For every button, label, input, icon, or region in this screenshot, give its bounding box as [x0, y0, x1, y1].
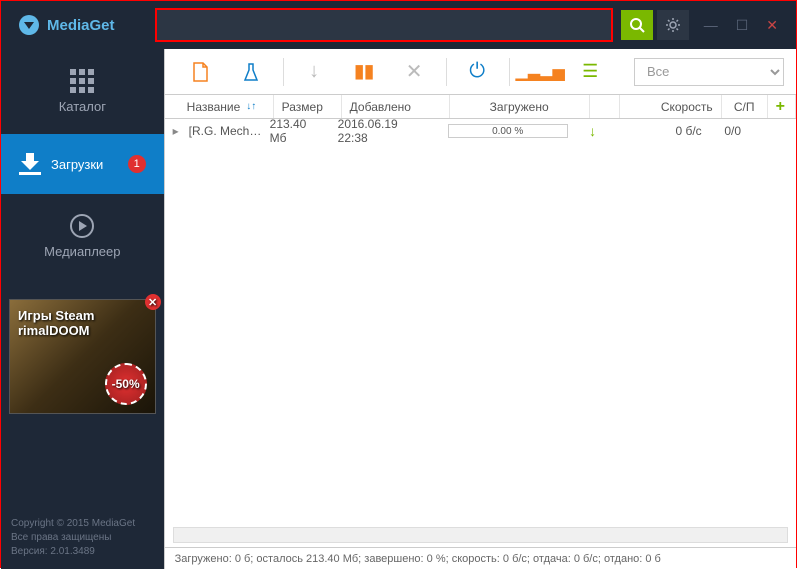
cell-progress: 0.00 %	[438, 119, 578, 143]
downloads-badge: 1	[128, 155, 146, 173]
ad-discount-badge: -50%	[105, 363, 147, 405]
search-container	[155, 8, 613, 42]
footer-rights: Все права защищены	[11, 531, 154, 545]
sidebar: Каталог Загрузки 1 Медиаплеер ✕ Игры Ste…	[1, 49, 164, 569]
close-button[interactable]: ✕	[766, 17, 778, 34]
pause-button[interactable]: ▮▮	[340, 49, 390, 95]
cell-added: 2016.06.19 22:38	[330, 119, 438, 143]
column-size[interactable]: Размер	[274, 95, 342, 118]
add-column-button[interactable]: +	[776, 98, 785, 116]
sidebar-downloads-label: Загрузки	[51, 157, 103, 172]
file-add-icon	[192, 62, 210, 82]
column-name[interactable]: Название↓↑	[179, 95, 274, 118]
close-icon: ✕	[406, 59, 423, 84]
ad-text-1: Игры Steam	[18, 308, 147, 323]
cell-sp: 0/0	[710, 119, 756, 143]
footer-version: Версия: 2.01.3489	[11, 545, 154, 559]
footer-copyright: Copyright © 2015 MediaGet	[11, 517, 154, 531]
sort-icon: ↓↑	[246, 101, 256, 112]
horizontal-scrollbar[interactable]	[173, 527, 788, 543]
flask-icon	[243, 62, 259, 82]
expand-caret[interactable]: ▸	[165, 119, 181, 143]
main-panel: ↓ ▮▮ ✕ ⏻ ▁▃▂▅ ☰ Все Название↓↑ Размер До…	[164, 49, 796, 569]
content-area	[165, 143, 796, 527]
sidebar-catalog-label: Каталог	[59, 99, 106, 114]
list-icon: ☰	[582, 61, 598, 82]
toolbar: ↓ ▮▮ ✕ ⏻ ▁▃▂▅ ☰ Все	[165, 49, 796, 95]
ad-banner[interactable]: ✕ Игры Steam rimalDOOM -50%	[9, 299, 156, 414]
footer-info: Copyright © 2015 MediaGet Все права защи…	[1, 507, 164, 569]
titlebar: MediaGet — ☐ ✕	[1, 1, 796, 49]
arrow-down-icon: ↓	[309, 60, 319, 83]
search-icon	[629, 17, 645, 33]
table-row[interactable]: ▸ [R.G. Mech… 213.40 Мб 2016.06.19 22:38…	[165, 119, 796, 143]
column-speed[interactable]: Скорость	[620, 95, 722, 118]
search-button[interactable]	[621, 10, 653, 40]
power-button[interactable]: ⏻	[453, 49, 503, 95]
filter-select[interactable]: Все	[634, 58, 784, 86]
settings-button[interactable]	[657, 10, 689, 40]
gear-icon	[665, 17, 681, 33]
window-controls: — ☐ ✕	[704, 17, 796, 34]
delete-button[interactable]: ✕	[390, 49, 440, 95]
column-added[interactable]: Добавлено	[342, 95, 450, 118]
list-button[interactable]: ☰	[566, 49, 616, 95]
app-name: MediaGet	[47, 17, 115, 34]
sidebar-item-downloads[interactable]: Загрузки 1	[1, 134, 164, 194]
sidebar-item-player[interactable]: Медиаплеер	[1, 194, 164, 279]
catalog-icon	[70, 69, 94, 93]
minimize-button[interactable]: —	[704, 17, 718, 34]
table-header: Название↓↑ Размер Добавлено Загружено Ск…	[165, 95, 796, 119]
pause-icon: ▮▮	[354, 61, 374, 82]
download-arrow-icon: ↓	[589, 123, 596, 139]
logo-icon	[19, 15, 39, 35]
status-text: Загружено: 0 б; осталось 213.40 Мб; заве…	[175, 553, 661, 565]
move-down-button[interactable]: ↓	[290, 49, 340, 95]
stats-button[interactable]: ▁▃▂▅	[516, 49, 566, 95]
player-icon	[70, 214, 94, 238]
chart-icon: ▁▃▂▅	[516, 62, 565, 82]
column-sp[interactable]: С/П	[722, 95, 768, 118]
cell-speed: 0 б/с	[608, 119, 710, 143]
statusbar: Загружено: 0 б; осталось 213.40 Мб; заве…	[165, 547, 796, 569]
add-magnet-button[interactable]	[227, 49, 277, 95]
ad-text-2: rimalDOOM	[18, 323, 147, 338]
add-file-button[interactable]	[177, 49, 227, 95]
search-input[interactable]	[157, 10, 611, 40]
sidebar-player-label: Медиаплеер	[44, 244, 120, 259]
power-icon: ⏻	[469, 60, 485, 83]
ad-close-button[interactable]: ✕	[145, 294, 161, 310]
cell-name: [R.G. Mech…	[181, 119, 262, 143]
column-loaded[interactable]: Загружено	[450, 95, 590, 118]
cell-size: 213.40 Мб	[262, 119, 330, 143]
maximize-button[interactable]: ☐	[736, 17, 749, 34]
app-logo: MediaGet	[19, 15, 115, 35]
download-icon	[19, 153, 41, 175]
sidebar-item-catalog[interactable]: Каталог	[1, 49, 164, 134]
